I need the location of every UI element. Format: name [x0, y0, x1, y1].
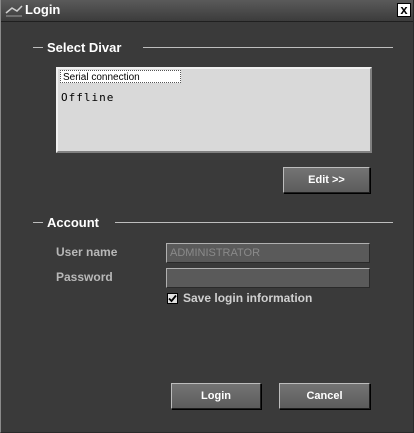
password-label: Password — [56, 270, 113, 284]
group-rule-right — [143, 47, 393, 48]
title-bar[interactable]: Login x — [1, 0, 413, 22]
divar-listbox[interactable]: Serial connection Offline — [56, 67, 372, 153]
account-title: Account — [47, 215, 99, 230]
edit-button[interactable]: Edit >> — [283, 167, 370, 193]
select-divar-title: Select Divar — [47, 40, 122, 55]
list-item-offline[interactable]: Offline — [61, 91, 114, 104]
password-field[interactable] — [166, 268, 370, 288]
login-window: Login x Select Divar Serial connection O… — [0, 0, 414, 433]
app-icon — [5, 4, 23, 18]
group-rule-right — [115, 222, 393, 223]
username-label: User name — [56, 245, 118, 259]
save-login-checkbox[interactable] — [167, 293, 178, 304]
window-title: Login — [25, 2, 61, 17]
login-button[interactable]: Login — [171, 383, 261, 409]
list-item-serial-connection[interactable]: Serial connection — [60, 70, 181, 83]
cancel-button[interactable]: Cancel — [279, 383, 370, 409]
checkmark-icon — [168, 294, 177, 303]
close-icon[interactable]: x — [397, 3, 411, 17]
save-login-label[interactable]: Save login information — [183, 291, 312, 305]
group-rule-left — [33, 222, 43, 223]
username-field[interactable] — [166, 243, 370, 263]
group-rule-left — [33, 47, 43, 48]
